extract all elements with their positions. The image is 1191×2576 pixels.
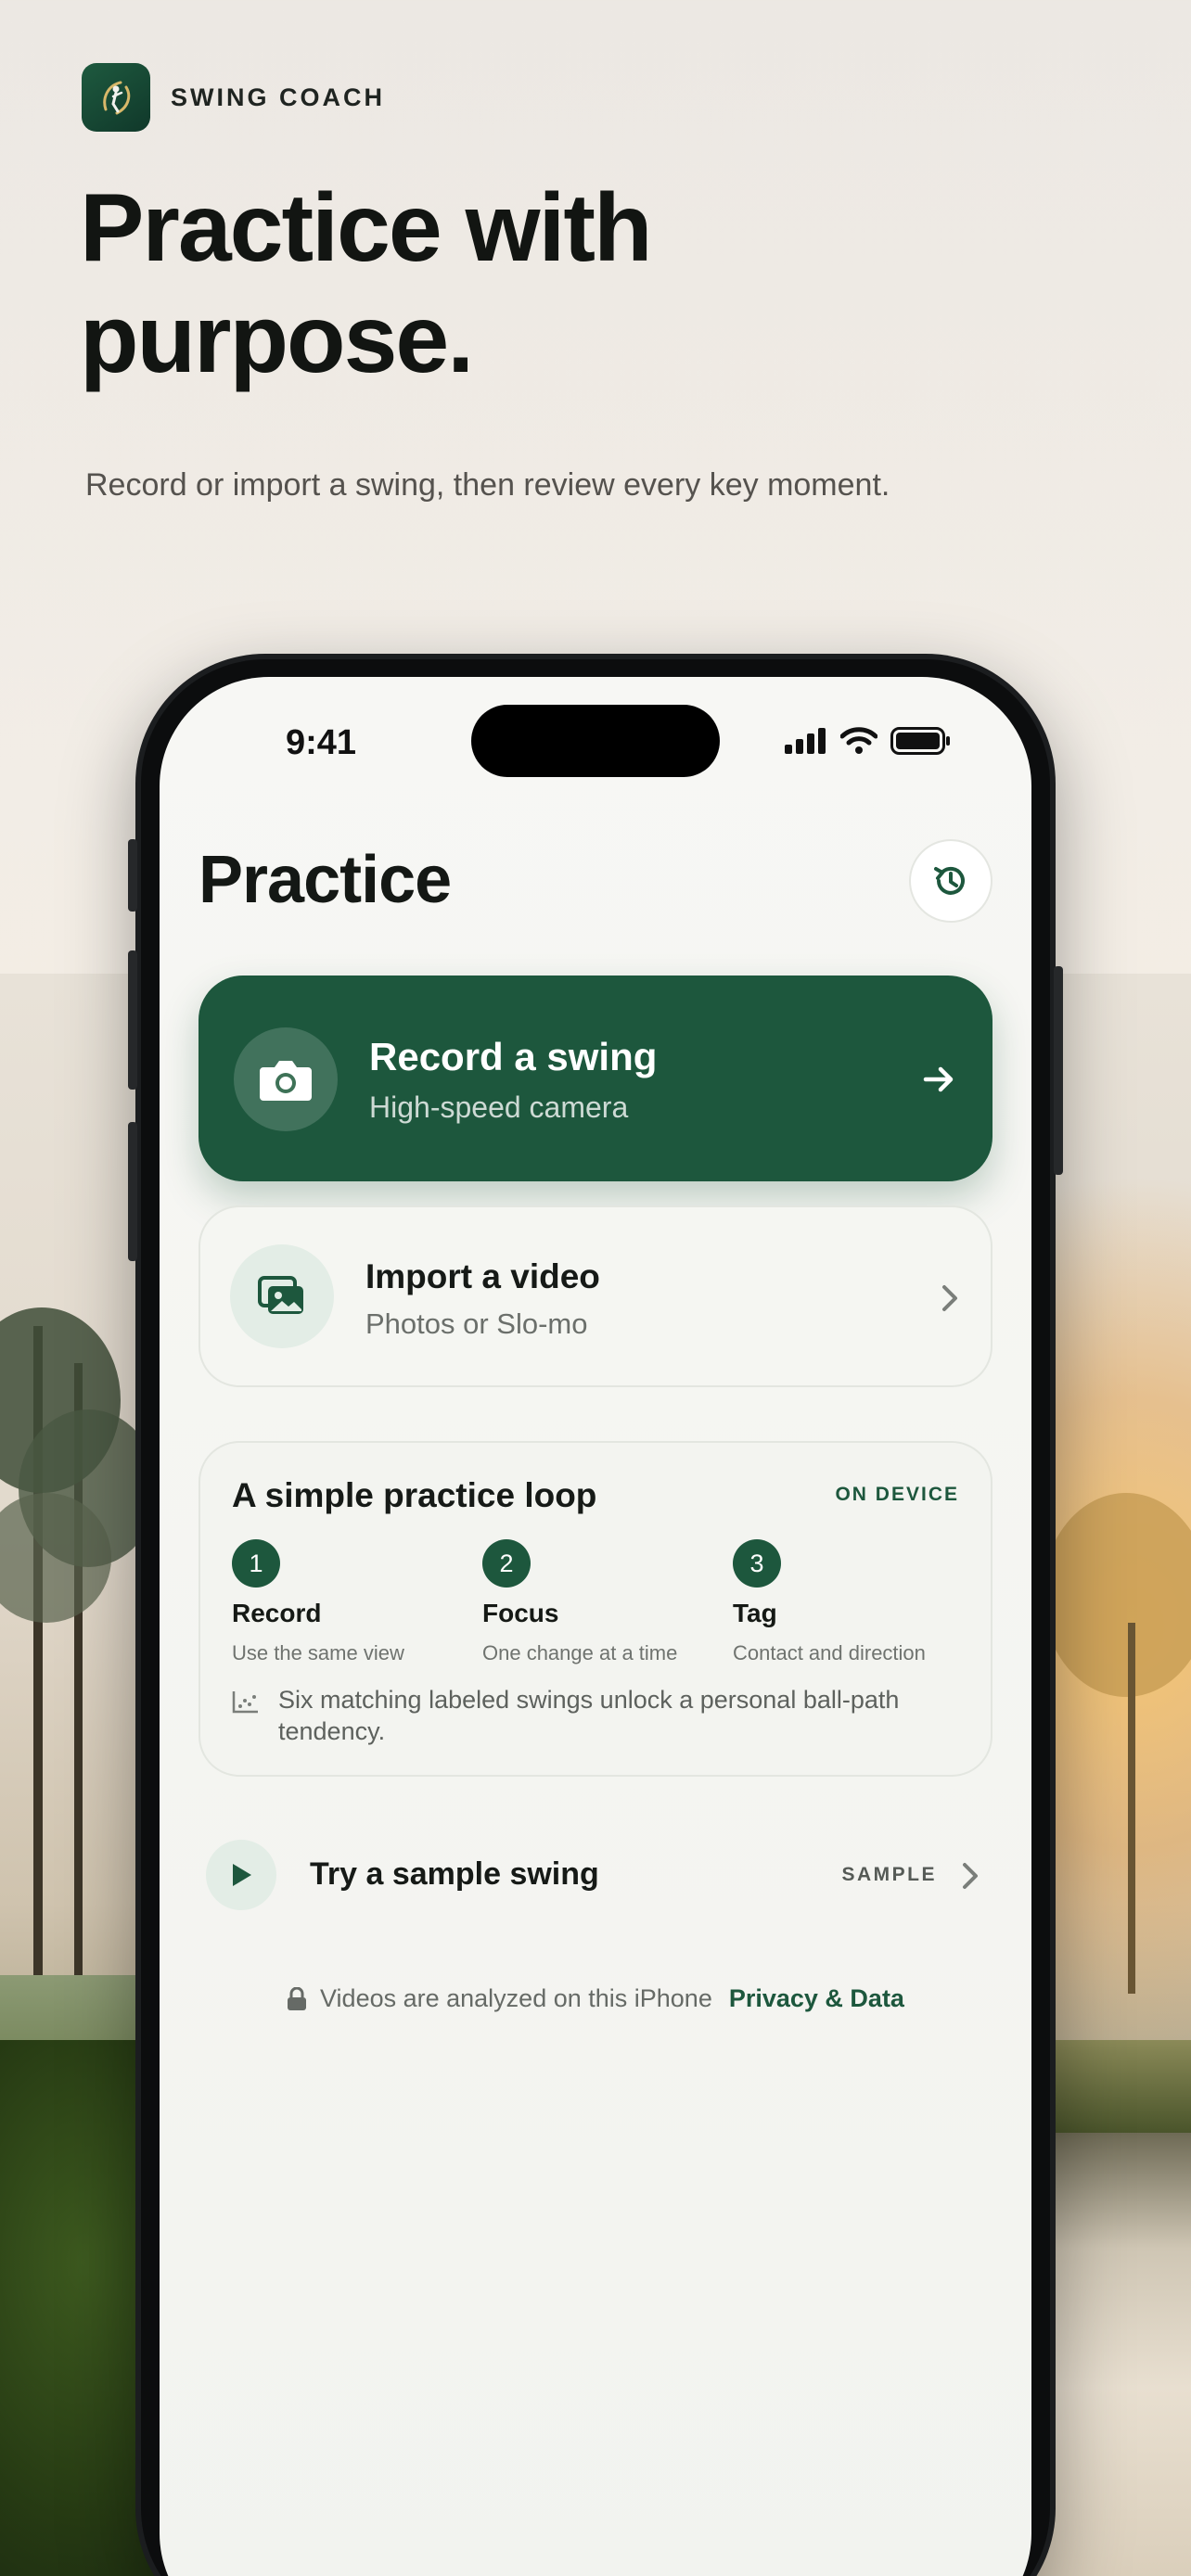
power-button bbox=[1054, 966, 1063, 1175]
hero-subtitle: Record or import a swing, then review ev… bbox=[85, 467, 890, 503]
volume-down-button bbox=[128, 1122, 137, 1261]
status-icons bbox=[785, 727, 952, 755]
step-number: 3 bbox=[733, 1539, 781, 1588]
step-record: 1 Record Use the same view bbox=[232, 1539, 482, 1665]
record-swing-button[interactable]: Record a swing High-speed camera bbox=[198, 976, 992, 1181]
golf-swing-logo-icon bbox=[82, 63, 150, 132]
step-description: One change at a time bbox=[482, 1641, 678, 1664]
record-subtitle: High-speed camera bbox=[369, 1090, 629, 1124]
import-subtitle: Photos or Slo-mo bbox=[365, 1307, 588, 1340]
signal-icon bbox=[785, 728, 826, 754]
play-icon bbox=[206, 1840, 276, 1910]
photos-icon bbox=[230, 1244, 334, 1348]
arrow-right-icon bbox=[920, 1061, 957, 1103]
try-sample-swing-button[interactable]: Try a sample swing SAMPLE bbox=[206, 1840, 985, 1910]
camera-icon bbox=[234, 1027, 338, 1131]
privacy-row: Videos are analyzed on this iPhone Priva… bbox=[160, 1984, 1031, 2013]
volume-up-button bbox=[128, 950, 137, 1090]
tree bbox=[1043, 1493, 1191, 1697]
dynamic-island bbox=[471, 705, 720, 777]
import-video-button[interactable]: Import a video Photos or Slo-mo bbox=[198, 1205, 992, 1387]
brand-header: SWING COACH bbox=[82, 63, 385, 132]
loop-note: Six matching labeled swings unlock a per… bbox=[278, 1686, 900, 1745]
chevron-right-icon bbox=[939, 1282, 961, 1320]
history-button[interactable] bbox=[909, 839, 992, 923]
hero-title: Practice with purpose. bbox=[80, 174, 653, 393]
on-device-badge: ON DEVICE bbox=[835, 1484, 959, 1505]
wifi-icon bbox=[840, 727, 877, 754]
action-button bbox=[128, 839, 137, 912]
chevron-right-icon bbox=[959, 1860, 981, 1896]
step-label: Record bbox=[232, 1599, 322, 1627]
privacy-text: Videos are analyzed on this iPhone bbox=[320, 1984, 712, 2012]
phone-screen: 9:41 Practice Record a swing High-speed … bbox=[160, 677, 1031, 2576]
loop-title: A simple practice loop bbox=[232, 1476, 597, 1514]
brand-name: SWING COACH bbox=[171, 83, 385, 111]
scatter-chart-icon bbox=[232, 1690, 260, 1718]
step-number: 2 bbox=[482, 1539, 531, 1588]
step-number: 1 bbox=[232, 1539, 280, 1588]
history-icon bbox=[934, 866, 965, 895]
step-focus: 2 Focus One change at a time bbox=[482, 1539, 733, 1665]
lock-icon bbox=[288, 1986, 307, 2010]
battery-icon bbox=[890, 727, 950, 755]
tree-trunk bbox=[1128, 1623, 1135, 1994]
page-title: Practice bbox=[198, 843, 452, 917]
step-tag: 3 Tag Contact and direction bbox=[733, 1539, 983, 1665]
privacy-data-link[interactable]: Privacy & Data bbox=[729, 1984, 904, 2013]
record-title: Record a swing bbox=[369, 1035, 658, 1078]
step-description: Contact and direction bbox=[733, 1641, 926, 1664]
import-title: Import a video bbox=[365, 1257, 600, 1295]
sample-badge: SAMPLE bbox=[841, 1864, 937, 1885]
step-description: Use the same view bbox=[232, 1641, 404, 1664]
practice-loop-card: A simple practice loop ON DEVICE 1 Recor… bbox=[198, 1441, 992, 1777]
step-label: Tag bbox=[733, 1599, 777, 1627]
step-label: Focus bbox=[482, 1599, 559, 1627]
sample-label: Try a sample swing bbox=[310, 1856, 599, 1892]
status-time: 9:41 bbox=[286, 723, 357, 762]
